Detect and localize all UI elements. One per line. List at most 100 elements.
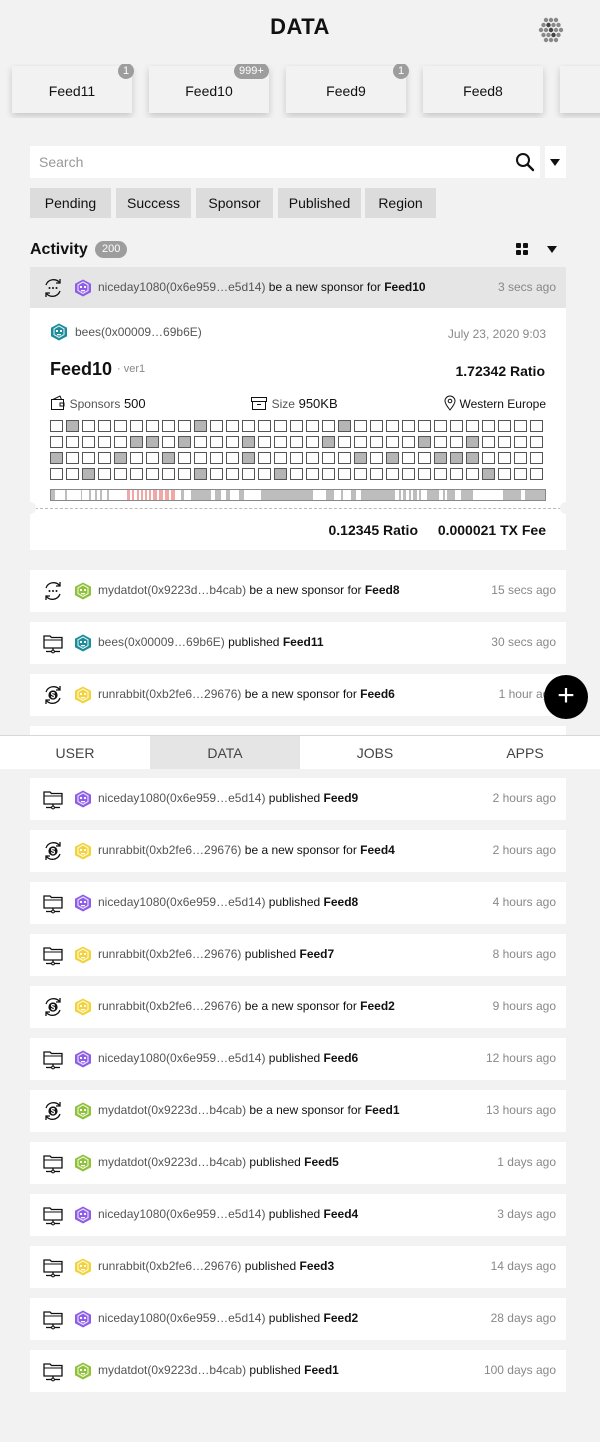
activity-row[interactable]: $ mydatdot(0x9223d…b4cab) be a new sponso… [30, 1090, 566, 1132]
avatar [74, 1258, 92, 1276]
grid-cell [466, 420, 479, 432]
grid-cell [210, 436, 223, 448]
tab-data[interactable]: DATA [150, 736, 300, 769]
avatar [74, 894, 92, 912]
strip-segment [107, 490, 109, 500]
add-button[interactable]: + [544, 675, 588, 719]
activity-time: 1 days ago [497, 1155, 556, 1169]
svg-text:$: $ [51, 1003, 56, 1012]
activity-row[interactable]: mydatdot(0x9223d…b4cab) be a new sponsor… [30, 570, 566, 612]
feed-card[interactable]: Feed10 999+ [149, 64, 269, 113]
strip-segment [525, 490, 545, 500]
tab-bar: USER DATA JOBS APPS [0, 735, 600, 769]
strip-segment [361, 490, 395, 500]
grid-cell [466, 452, 479, 464]
grid-cell [514, 420, 527, 432]
grid-view-icon[interactable] [516, 243, 528, 255]
activity-row[interactable]: runrabbit(0xb2fe6…29676) published Feed7… [30, 934, 566, 976]
publish-monitor-icon [42, 944, 64, 966]
activity-row[interactable]: niceday1080(0x6e959…e5d14) published Fee… [30, 778, 566, 820]
activity-row[interactable]: niceday1080(0x6e959…e5d14) published Fee… [30, 1298, 566, 1340]
filter-chip-pending[interactable]: Pending [30, 188, 111, 218]
dollar-cycle-icon: $ [42, 684, 64, 706]
search-icon[interactable] [515, 152, 535, 172]
grid-cell [50, 468, 63, 480]
tab-apps[interactable]: APPS [450, 736, 600, 769]
grid-cell [290, 468, 303, 480]
grid-cell [258, 436, 271, 448]
activity-row[interactable]: bees(0x00009…69b6E) published Feed11 30 … [30, 622, 566, 664]
activity-row[interactable]: mydatdot(0x9223d…b4cab) published Feed1 1… [30, 1350, 566, 1392]
filter-chip-sponsor[interactable]: Sponsor [196, 188, 273, 218]
feed-carousel: Feed11 1 Feed10 999+ Feed9 1 Feed8 [0, 64, 600, 118]
activity-text: bees(0x00009…69b6E) published Feed11 [98, 635, 324, 649]
sponsors-value: 500 [123, 396, 146, 411]
activity-row[interactable]: runrabbit(0xb2fe6…29676) published Feed3… [30, 1246, 566, 1288]
hex-dots-logo-icon[interactable] [537, 16, 565, 44]
tab-user[interactable]: USER [0, 736, 150, 769]
dollar-cycle-icon: $ [42, 996, 64, 1018]
grid-cell [354, 436, 367, 448]
filter-chip-success[interactable]: Success [116, 188, 191, 218]
feed-card[interactable]: Feed11 1 [12, 64, 135, 113]
search-input[interactable] [30, 146, 500, 178]
grid-cell [434, 452, 447, 464]
grid-cell [130, 468, 143, 480]
strip-segment [181, 490, 184, 500]
grid-cell [178, 420, 191, 432]
chevron-down-icon[interactable] [547, 246, 557, 253]
grid-cell [162, 468, 175, 480]
strip-segment [191, 490, 211, 500]
detail-feed-name: Feed10 [50, 359, 113, 379]
grid-cell [402, 420, 415, 432]
strip-segment [419, 490, 421, 500]
publish-monitor-icon [42, 1360, 64, 1382]
activity-row[interactable]: mydatdot(0x9223d…b4cab) published Feed5 1… [30, 1142, 566, 1184]
activity-text: mydatdot(0x9223d…b4cab) be a new sponsor… [98, 583, 400, 597]
grid-cell [194, 436, 207, 448]
strip-segment [443, 490, 445, 500]
grid-cell [242, 420, 255, 432]
sponsor-cycle-icon [42, 277, 64, 299]
activity-row[interactable]: $ runrabbit(0xb2fe6…29676) be a new spons… [30, 986, 566, 1028]
grid-cell [322, 436, 335, 448]
archive-icon [251, 397, 267, 410]
grid-cell [242, 452, 255, 464]
grid-cell [162, 452, 175, 464]
svg-text:$: $ [51, 1107, 56, 1116]
activity-time: 3 secs ago [497, 280, 556, 294]
strip-segment [409, 490, 411, 500]
grid-cell [338, 452, 351, 464]
grid-cell [306, 452, 319, 464]
activity-row[interactable]: niceday1080(0x6e959…e5d14) published Fee… [30, 1194, 566, 1236]
activity-row-selected[interactable]: niceday1080(0x6e959…e5d14) be a new spon… [30, 267, 566, 309]
feed-card[interactable]: Feed8 [423, 66, 543, 113]
feed-card[interactable]: Feed9 1 [286, 64, 410, 113]
grid-cell [402, 436, 415, 448]
strip-segment [399, 490, 401, 500]
grid-cell [370, 452, 383, 464]
activity-time: 12 hours ago [485, 1051, 556, 1065]
strip-segment [165, 490, 169, 500]
strip-segment [461, 490, 473, 500]
grid-cell [402, 452, 415, 464]
publish-monitor-icon [42, 788, 64, 810]
activity-row[interactable]: $ runrabbit(0xb2fe6…29676) be a new spon… [30, 674, 566, 716]
grid-cell [530, 452, 543, 464]
activity-row[interactable]: niceday1080(0x6e959…e5d14) published Fee… [30, 1038, 566, 1080]
filter-chip-region[interactable]: Region [365, 188, 436, 218]
strip-segment [261, 490, 313, 500]
activity-row[interactable]: niceday1080(0x6e959…e5d14) published Fee… [30, 882, 566, 924]
grid-cell [82, 468, 95, 480]
feed-card[interactable] [560, 66, 600, 113]
grid-cell [418, 452, 431, 464]
activity-text: mydatdot(0x9223d…b4cab) be a new sponsor… [98, 1103, 400, 1117]
grid-cell [386, 436, 399, 448]
tab-jobs[interactable]: JOBS [300, 736, 450, 769]
grid-cell [226, 468, 239, 480]
filter-chip-published[interactable]: Published [278, 188, 361, 218]
activity-row[interactable]: $ runrabbit(0xb2fe6…29676) be a new spons… [30, 830, 566, 872]
publish-monitor-icon [42, 892, 64, 914]
search-filter-dropdown[interactable] [545, 146, 566, 178]
strip-segment [149, 490, 151, 500]
